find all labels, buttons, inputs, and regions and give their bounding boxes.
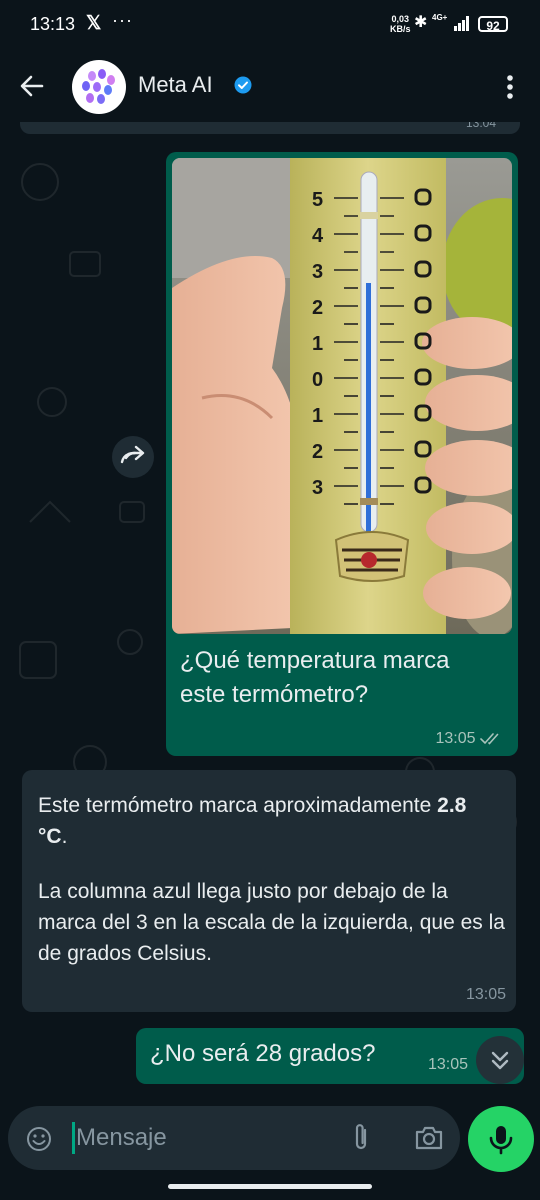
thermometer-image: 5 4 3 2 1 0 1 2 3: [172, 158, 512, 634]
forward-icon: [120, 445, 145, 464]
meta-ai-avatar[interactable]: [72, 60, 126, 114]
text-cursor: [72, 1122, 75, 1154]
previous-message-bubble: [20, 122, 520, 134]
network-speed: 0,03 KB/s: [390, 14, 411, 34]
message-input-placeholder[interactable]: Mensaje: [76, 1124, 167, 1152]
battery-icon: 92: [478, 16, 508, 33]
svg-text:3: 3: [312, 477, 323, 499]
message-input-box[interactable]: Mensaje: [8, 1106, 460, 1170]
svg-text:3: 3: [312, 261, 323, 283]
back-arrow-icon[interactable]: [18, 72, 46, 100]
svg-text:0: 0: [312, 369, 323, 391]
network-type-label: 4G+: [432, 13, 448, 22]
incoming-ai-message[interactable]: Este termómetro marca aproximadamente 2.…: [22, 770, 516, 1012]
emoji-icon[interactable]: [26, 1126, 52, 1152]
contact-name[interactable]: Meta AI: [138, 72, 213, 98]
bluetooth-icon: ✱: [414, 14, 428, 31]
previous-message-time: 13:04: [466, 122, 497, 130]
image-caption: ¿Qué temperatura marca este termómetro?: [180, 647, 450, 708]
outgoing-image-message[interactable]: 5 4 3 2 1 0 1 2 3 ¿Qué temperatura marca este …: [166, 152, 518, 756]
thermometer-photo[interactable]: 5 4 3 2 1 0 1 2 3: [172, 158, 512, 634]
network-speed-value: 0,03: [391, 14, 410, 24]
user-reply-text: ¿No será 28 grados?: [150, 1040, 376, 1067]
status-bar: 13:13 𝕏 ··· 0,03 KB/s ✱ 4G+ 92: [0, 0, 540, 52]
overflow-menu-icon[interactable]: [498, 72, 522, 102]
camera-icon[interactable]: [414, 1124, 444, 1152]
scroll-to-bottom-button[interactable]: [476, 1036, 524, 1084]
verified-badge-icon: [234, 76, 252, 94]
ai-message-time: 13:05: [465, 986, 506, 1003]
user-reply-time: 13:05: [428, 1056, 469, 1073]
meta-ai-logo-icon: [82, 69, 115, 104]
ai-message-paragraph-1: Este termómetro marca aproximadamente 2.…: [38, 790, 498, 852]
ai-message-period: .: [61, 825, 68, 848]
outgoing-text-message[interactable]: ¿No será 28 grados? 13:05: [136, 1028, 524, 1084]
image-message-meta: 13:05: [436, 730, 503, 748]
svg-text:1: 1: [312, 405, 323, 427]
image-message-time: 13:05: [435, 730, 476, 747]
microphone-icon: [489, 1126, 513, 1155]
chat-area[interactable]: 13:04 5 4 3 2 1 0 1 2 3 ¿Qué temperatura…: [0, 122, 540, 1100]
x-app-icon: 𝕏: [86, 13, 102, 34]
voice-message-button[interactable]: [468, 1106, 534, 1172]
double-chevron-down-icon: [491, 1051, 509, 1070]
svg-text:2: 2: [312, 297, 323, 319]
more-notifications-icon: ···: [112, 10, 133, 30]
forward-button[interactable]: [112, 436, 154, 478]
signal-icon: 4G+: [432, 13, 469, 31]
double-check-icon: [480, 732, 499, 745]
chat-header: Meta AI: [0, 52, 540, 122]
attach-icon[interactable]: [348, 1122, 374, 1154]
ai-message-paragraph-2: La columna azul llega justo por debajo d…: [38, 880, 505, 965]
network-speed-unit: KB/s: [390, 24, 411, 34]
svg-text:2: 2: [312, 441, 323, 463]
ai-message-intro: Este termómetro marca aproximadamente: [38, 794, 438, 817]
status-time: 13:13: [30, 14, 76, 34]
svg-text:1: 1: [312, 333, 323, 355]
svg-text:5: 5: [312, 189, 323, 211]
svg-text:4: 4: [312, 225, 324, 247]
gesture-navigation-bar[interactable]: [168, 1184, 372, 1189]
